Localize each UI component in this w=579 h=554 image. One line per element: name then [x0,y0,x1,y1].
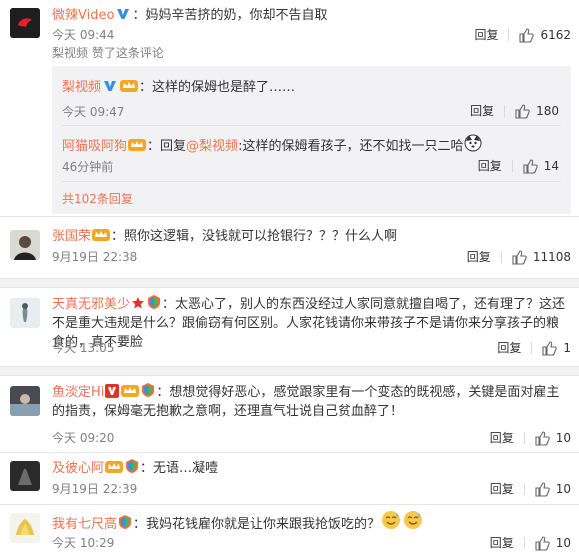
thumbs-up-icon[interactable] [519,27,535,43]
more-replies-link[interactable]: 共102条回复 [62,190,133,207]
thumbs-up-icon[interactable] [535,430,550,446]
reply-text: 这样的保姆看孩子，还不如找一只二哈 [242,139,464,154]
comment-text: 我妈花钱雇你就是让你来跟我抢饭吃的？ [146,517,381,532]
commenter-name[interactable]: 及彼心阿 [52,461,104,476]
red-star-icon [131,296,145,310]
comment-item: 天真无邪美少 ：太恶心了，别人的东西没经过人家同意就擅自喝了，还有理了？这还不是重… [0,288,579,364]
sub-reply-box: 梨视频 ：这样的保姆也是醉了…… 今天 09:47 回复 180 阿猫吸阿狗 ：回复… [52,66,571,214]
like-count: 180 [536,104,559,118]
rainbow-badge-icon [125,458,139,474]
reply-button[interactable]: 回复 [490,481,514,497]
like-count: 6162 [540,28,571,42]
separator [500,251,502,263]
comment-time: 9月19日 22:38 [52,250,138,264]
reply-button[interactable]: 回复 [490,535,514,551]
vip-crown-icon [121,384,140,398]
avatar[interactable] [10,513,40,543]
reply-prefix: 回复 [160,139,187,154]
commenter-name[interactable]: 天真无邪美少 [52,297,130,312]
rainbow-badge-icon [141,382,155,398]
comment-item: 鱼淡定Hi ：想想觉得好恶心，感觉跟家里有一个变态的既视感，关键是面对雇主的指责，… [0,376,579,452]
vip-crown-icon [92,228,111,242]
like-count: 14 [543,159,559,173]
separator [531,342,533,354]
comment-time: 9月19日 22:39 [52,482,138,496]
rainbow-badge-icon [147,294,161,310]
like-count: 1 [563,341,571,355]
thumbs-up-icon[interactable] [512,249,527,265]
divider [62,181,561,182]
separator [523,432,525,444]
comment-item: 张国荣 ：照你这逻辑，没钱就可以抢银行？？？什么人啊 9月19日 22:38 回复… [0,216,579,278]
vip-crown-icon [105,460,124,474]
commenter-name[interactable]: 鱼淡定Hi [52,385,104,400]
separator [523,483,525,495]
mention-link[interactable]: @梨视频 [186,139,238,154]
verified-v-icon [102,79,118,93]
divider [62,125,561,126]
vip-crown-icon [128,138,147,152]
reply-button[interactable]: 回复 [490,430,514,446]
comment-item: 我有七尺高 ：我妈花钱雇你就是让你来跟我抢饭吃的？ 今天 10:29 回复 10 [0,505,579,554]
separator [508,29,510,41]
comment-time: 今天 10:29 [52,536,115,550]
red-v-icon [105,384,120,398]
sweat-smile-emoji-icon [381,510,401,530]
comment-text: 照你这逻辑，没钱就可以抢银行？？？什么人啊 [124,229,398,244]
avatar[interactable] [10,386,40,416]
reply-author-name[interactable]: 阿猫吸阿狗 [62,139,127,154]
section-divider [0,278,579,288]
reply-button[interactable]: 回复 [474,27,498,43]
like-count: 10 [555,482,571,496]
reply-time: 46分钟前 [62,160,114,174]
thumbs-up-icon[interactable] [535,481,550,497]
reply-button[interactable]: 回复 [470,103,494,119]
reply-button[interactable]: 回复 [467,249,491,265]
like-count: 11108 [532,250,571,264]
separator [504,105,506,117]
verified-v-icon [115,7,131,21]
vip-crown-icon [120,79,139,93]
reply-time: 今天 09:47 [62,105,125,119]
reply-button[interactable]: 回复 [478,158,502,174]
like-count: 10 [555,431,571,445]
liked-by-note: 梨视频 赞了这条评论 [52,46,164,60]
reply-author-name[interactable]: 梨视频 [62,80,101,95]
commenter-name[interactable]: 我有七尺高 [52,517,117,532]
thumbs-up-icon[interactable] [542,340,558,356]
thumbs-up-icon[interactable] [535,535,550,551]
comment-time: 今天 09:44 [52,28,115,42]
avatar[interactable] [10,230,40,260]
reply-text: 这样的保姆也是醉了…… [152,80,296,95]
comment-text: 妈妈辛苦挤的奶，你却不告自取 [145,8,328,23]
separator [523,537,525,549]
reply-button[interactable]: 回复 [497,340,521,356]
commenter-name[interactable]: 张国荣 [52,229,91,244]
commenter-name[interactable]: 微辣Video [52,8,114,23]
comment-time: 今天 13:05 [52,341,115,355]
comment-time: 今天 09:20 [52,431,115,445]
section-divider [0,366,579,376]
separator [511,160,513,172]
rainbow-badge-icon [118,514,132,530]
avatar[interactable] [10,8,40,38]
comment-item: 及彼心阿 ：无语…凝噎 9月19日 22:39 回复 10 [0,453,579,503]
husky-emoji-icon [464,134,482,152]
comment-text: 无语…凝噎 [153,461,219,476]
sweat-smile-emoji-icon [403,510,423,530]
avatar[interactable] [10,298,40,328]
avatar[interactable] [10,461,40,491]
thumbs-up-icon[interactable] [515,103,530,119]
thumbs-up-icon[interactable] [523,158,538,174]
like-count: 10 [555,536,571,550]
